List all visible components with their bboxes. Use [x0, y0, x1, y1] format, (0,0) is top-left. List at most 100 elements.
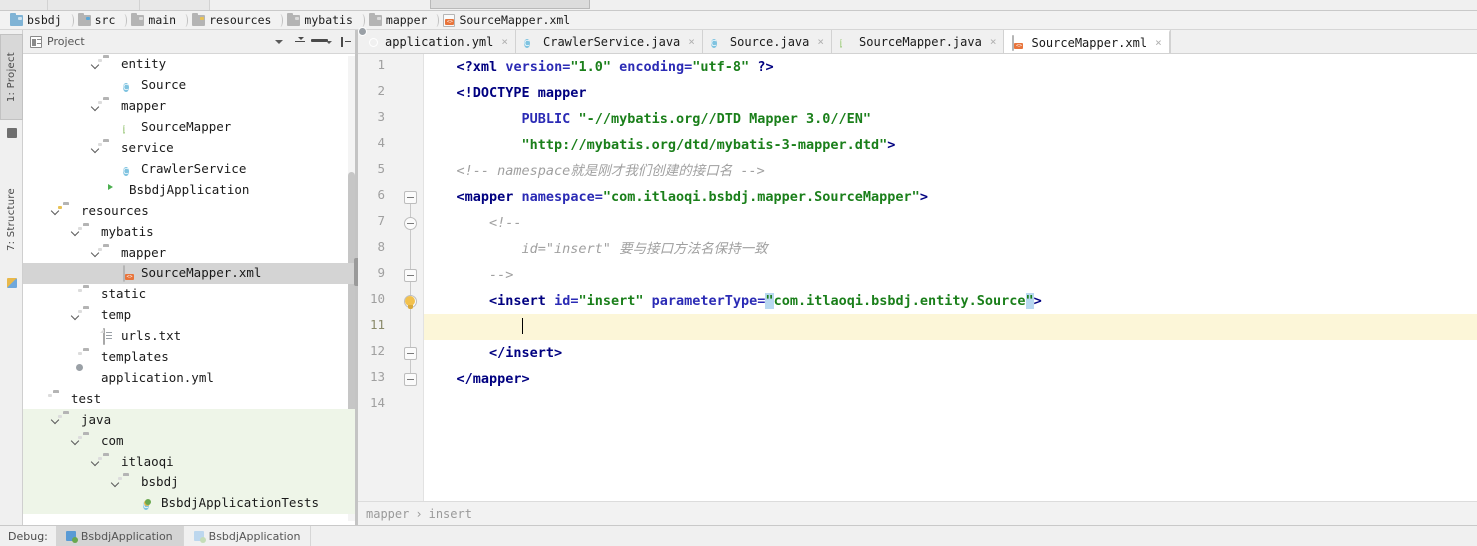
settings-gear-button[interactable] — [314, 35, 332, 49]
debug-session-tab[interactable]: BsbdjApplication — [184, 526, 312, 546]
run-config-selector[interactable] — [430, 0, 590, 9]
editor-tab-label: SourceMapper.java — [859, 34, 982, 49]
code-line-10[interactable]: <insert id="insert" parameterType="com.i… — [424, 288, 1477, 314]
intention-bulb-icon[interactable] — [404, 296, 416, 310]
editor-tab-sourcemapper-xml[interactable]: SourceMapper.xml × — [1004, 30, 1170, 53]
editor-tab-source-java[interactable]: C Source.java × — [702, 30, 833, 53]
tree-node-source[interactable]: C Source — [23, 75, 357, 96]
project-tree[interactable]: entity C Source mapper I SourceMapper service C… — [23, 54, 357, 525]
tool-window-button-structure[interactable]: 7: Structure — [0, 170, 23, 270]
text-file-icon — [103, 328, 117, 346]
fold-toggle-icon[interactable] — [404, 217, 417, 230]
project-panel-title: Project — [47, 35, 85, 48]
code-token: version= — [505, 59, 571, 75]
line-number: 9 — [377, 265, 385, 280]
breadcrumb-label: resources — [209, 13, 272, 27]
code-token: parameterType= — [651, 293, 766, 309]
tree-node-itlaoqi[interactable]: itlaoqi — [23, 451, 357, 472]
code-line-13[interactable]: </mapper> — [424, 366, 1477, 392]
fold-toggle-icon[interactable] — [404, 347, 417, 360]
tree-node-mapper[interactable]: mapper — [23, 242, 357, 263]
code-line-14[interactable] — [424, 392, 1477, 418]
xml-file-icon — [443, 13, 456, 27]
tree-node-sourcemapper-xml[interactable]: SourceMapper.xml — [23, 263, 357, 284]
tree-node-sourcemapper[interactable]: I SourceMapper — [23, 117, 357, 138]
fold-toggle-icon[interactable] — [404, 373, 417, 386]
tree-node-bsbdj[interactable]: bsbdj — [23, 472, 357, 493]
tree-node-temp[interactable]: temp — [23, 305, 357, 326]
folder-icon — [131, 12, 145, 26]
tree-node-resources[interactable]: resources — [23, 200, 357, 221]
tree-node-urls-txt[interactable]: urls.txt — [23, 326, 357, 347]
collapse-all-icon[interactable] — [293, 35, 307, 49]
folder-icon — [103, 141, 117, 155]
interface-icon: I — [123, 125, 126, 135]
close-icon[interactable]: × — [501, 36, 508, 47]
code-token: <? — [456, 59, 473, 75]
view-mode-dropdown-icon[interactable] — [272, 35, 286, 49]
breadcrumb-item-resources[interactable]: resources — [190, 11, 274, 30]
code-line-8[interactable]: id="insert" 要与接口方法名保持一致 — [424, 236, 1477, 262]
code-line-4[interactable]: "http://mybatis.org/dtd/mybatis-3-mapper… — [424, 132, 1477, 158]
tree-node-service[interactable]: service — [23, 138, 357, 159]
tree-node-bsbdjapplicationtests[interactable]: C BsbdjApplicationTests — [23, 492, 357, 514]
close-icon[interactable]: × — [990, 36, 997, 47]
debug-session-tab[interactable]: BsbdjApplication — [55, 526, 184, 546]
fold-toggle-icon[interactable] — [404, 191, 417, 204]
fold-toggle-icon[interactable] — [404, 269, 417, 282]
editor-breadcrumb: mapper › insert — [358, 501, 1477, 525]
code-editor[interactable]: 1 2 3 4 5 6 7 8 9 10 11 12 13 14 <?xml version="1.0" … — [358, 54, 1477, 501]
editor-breadcrumb-item[interactable]: insert — [429, 507, 472, 521]
editor-tab-crawlerservice-java[interactable]: C CrawlerService.java × — [516, 30, 703, 53]
tree-node-mybatis[interactable]: mybatis — [23, 221, 357, 242]
tool-window-button-project[interactable]: 1: Project — [0, 34, 23, 120]
tree-node-templates[interactable]: templates — [23, 347, 357, 368]
code-line-11[interactable] — [424, 314, 1477, 340]
close-icon[interactable]: × — [817, 36, 824, 47]
tree-node-bsbdjapplication[interactable]: BsbdjApplication — [23, 179, 357, 200]
tree-node-java[interactable]: java — [23, 409, 357, 431]
code-line-1[interactable]: <?xml version="1.0" encoding="utf-8" ?> — [424, 54, 1477, 80]
hide-panel-icon[interactable] — [339, 35, 353, 49]
code-content[interactable]: <?xml version="1.0" encoding="utf-8" ?> … — [424, 54, 1477, 501]
code-token: <!-- — [424, 215, 522, 231]
editor-tab-application-yml[interactable]: application.yml × — [358, 30, 516, 53]
tree-node-label: mapper — [121, 98, 167, 114]
breadcrumb-item-main[interactable]: main — [129, 11, 179, 30]
editor-gutter[interactable]: 1 2 3 4 5 6 7 8 9 10 11 12 13 14 — [358, 54, 424, 501]
code-token: "-//mybatis.org//DTD Mapper 3.0//EN" — [578, 111, 872, 127]
code-line-2[interactable]: <!DOCTYPE mapper — [424, 80, 1477, 106]
text-caret — [521, 318, 523, 334]
tree-node-static[interactable]: static — [23, 284, 357, 305]
breadcrumb-item-src[interactable]: src — [76, 11, 119, 30]
code-line-5[interactable]: <!-- namespace就是刚才我们创建的接口名 --> — [424, 158, 1477, 184]
code-line-7[interactable]: <!-- — [424, 210, 1477, 236]
tree-node-application-yml[interactable]: application.yml — [23, 368, 357, 389]
editor-breadcrumb-item[interactable]: mapper — [366, 507, 409, 521]
tree-node-crawlerservice[interactable]: C CrawlerService — [23, 159, 357, 180]
code-line-9[interactable]: --> — [424, 262, 1477, 288]
breadcrumb-item-sourcemapper-xml[interactable]: SourceMapper.xml — [441, 11, 573, 30]
close-icon[interactable]: × — [688, 36, 695, 47]
line-number: 1 — [377, 57, 385, 72]
code-line-12[interactable]: </insert> — [424, 340, 1477, 366]
folder-icon — [103, 57, 117, 71]
code-token: > — [887, 137, 896, 153]
code-line-6[interactable]: <mapper namespace="com.itlaoqi.bsbdj.map… — [424, 184, 1477, 210]
tree-node-com[interactable]: com — [23, 430, 357, 452]
code-line-3[interactable]: PUBLIC "-//mybatis.org//DTD Mapper 3.0//… — [424, 106, 1477, 132]
breadcrumb-item-bsbdj[interactable]: bsbdj — [8, 11, 65, 30]
tree-node-mapper[interactable]: mapper — [23, 96, 357, 117]
tree-node-entity[interactable]: entity — [23, 54, 357, 75]
project-icon-holder — [0, 122, 23, 140]
editor-tab-sourcemapper-java[interactable]: I SourceMapper.java × — [832, 30, 1005, 53]
breadcrumb-item-mybatis[interactable]: mybatis — [285, 11, 355, 30]
tree-node-test[interactable]: test — [23, 388, 357, 409]
close-icon[interactable]: × — [1155, 37, 1162, 48]
project-panel-toolbar — [272, 30, 353, 54]
breadcrumb-item-mapper[interactable]: mapper — [367, 11, 431, 30]
line-number: 8 — [377, 239, 385, 254]
code-token: --> — [424, 267, 514, 283]
